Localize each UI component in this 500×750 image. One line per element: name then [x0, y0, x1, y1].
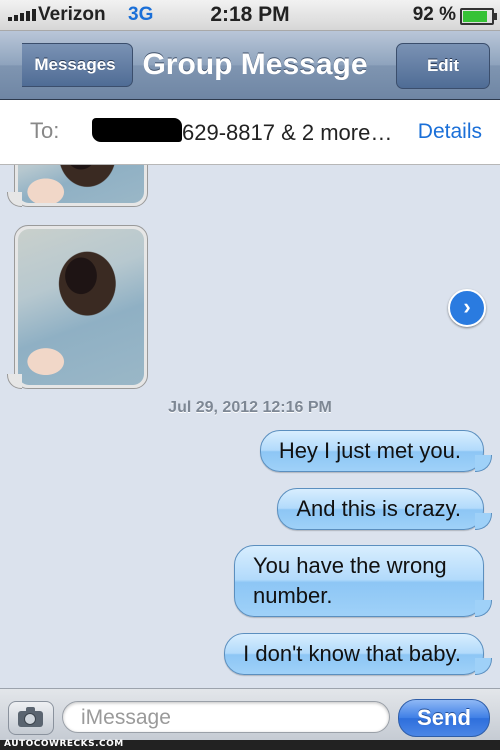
sent-message-bubble[interactable]: I don't know that baby.: [224, 633, 492, 675]
message-composer: iMessage Send: [0, 688, 500, 741]
back-button-label: Messages: [34, 55, 116, 74]
received-photo-bubble[interactable]: [7, 225, 148, 389]
watermark-strip: AUTOCOWRECKS.COM: [0, 739, 500, 750]
send-button[interactable]: Send: [398, 699, 490, 737]
message-thread[interactable]: › Jul 29, 2012 12:16 PM Hey I just met y…: [0, 165, 500, 687]
to-label: To:: [30, 118, 60, 143]
bubble-tail: [7, 192, 22, 207]
recipients-list[interactable]: 629-8817 & 2 more…: [182, 120, 392, 146]
photo-thumbnail: [18, 229, 144, 385]
edit-button[interactable]: Edit: [396, 43, 490, 89]
status-bar: Verizon 3G 2:18 PM 92 %: [0, 0, 500, 31]
forward-arrow-icon[interactable]: ›: [448, 289, 486, 327]
battery-icon: [460, 8, 497, 25]
sent-message-bubble[interactable]: And this is crazy.: [277, 488, 492, 530]
message-timestamp: Jul 29, 2012 12:16 PM: [168, 399, 332, 416]
battery-level: [463, 11, 487, 22]
camera-icon: [18, 707, 43, 727]
received-photo-bubble[interactable]: [7, 165, 148, 207]
watermark-text: AUTOCOWRECKS.COM: [4, 739, 124, 749]
redacted-number: [92, 118, 182, 142]
photo-thumbnail: [18, 165, 144, 203]
camera-button[interactable]: [8, 701, 54, 735]
sent-message-bubble[interactable]: Hey I just met you.: [259, 430, 493, 472]
navigation-bar: Messages Group Message Edit: [0, 31, 500, 100]
message-input[interactable]: iMessage: [62, 701, 390, 733]
back-messages-button[interactable]: Messages: [22, 43, 133, 87]
battery-percent: 92 %: [412, 4, 456, 25]
bubble-tail: [7, 374, 22, 389]
details-link[interactable]: Details: [418, 120, 482, 144]
recipients-bar: To: 629-8817 & 2 more… Details: [0, 100, 500, 165]
page-title: Group Message: [142, 48, 368, 81]
sent-message-bubble[interactable]: You have the wrong number.: [234, 545, 492, 617]
